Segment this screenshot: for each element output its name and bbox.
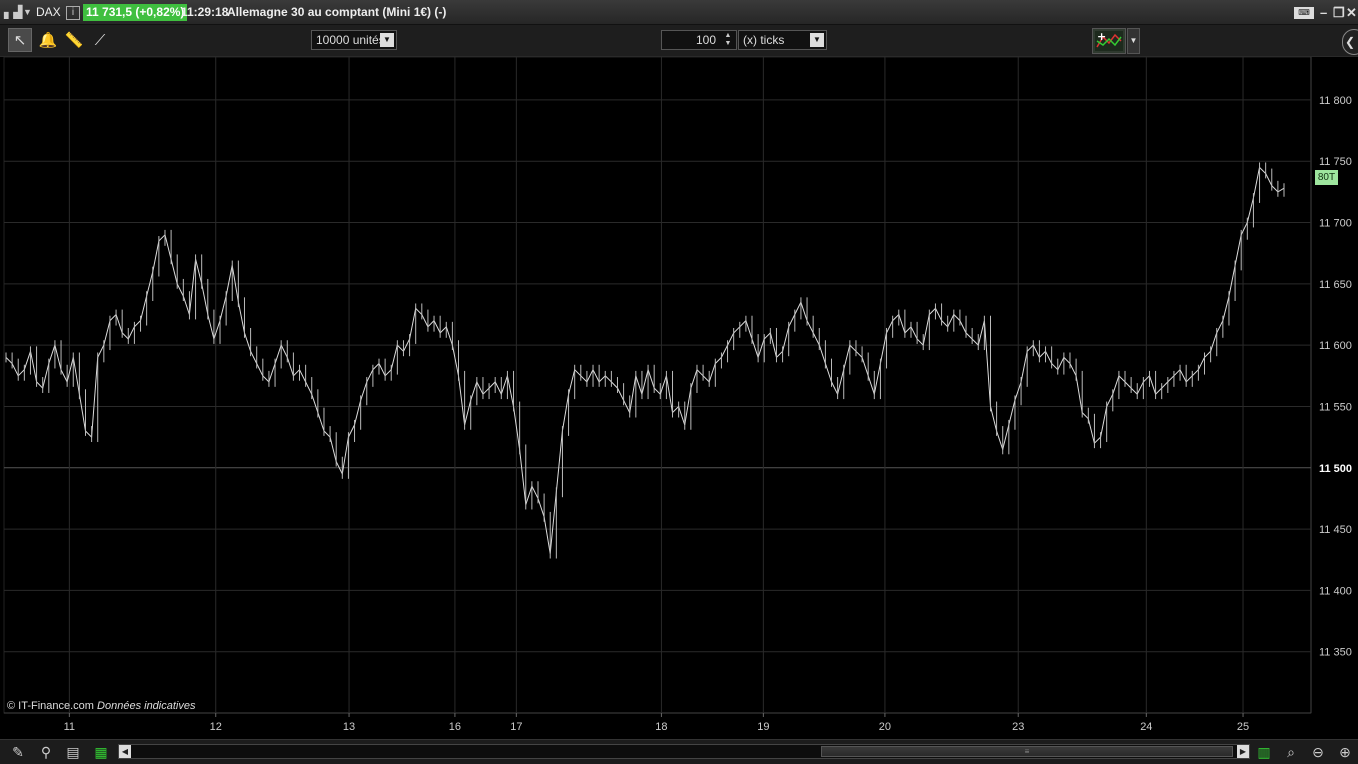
zoom-in-icon[interactable]: ⊕ — [1335, 742, 1355, 762]
y-tick-label: 11 750 — [1319, 156, 1352, 168]
draw-tools-icon[interactable]: ✎ — [8, 742, 28, 762]
quantity-value: 10000 unités — [316, 33, 385, 47]
x-tick-label: 16 — [449, 721, 461, 733]
quantity-select[interactable]: 10000 unités ▼ — [311, 30, 397, 50]
chevron-down-icon[interactable]: ▼ — [1127, 28, 1140, 54]
chart-toolbar: ↖ 🔔 📏 ⟋ 10000 unités ▼ 100 ▲ ▼ (x) ticks … — [0, 25, 1358, 57]
ticks-value: 100 — [695, 33, 716, 47]
keyboard-icon[interactable]: ⌨ — [1294, 7, 1314, 19]
scroll-right-icon[interactable]: ▶ — [1237, 745, 1249, 758]
price-chart[interactable]: 11 800 11 750 11 700 11 650 11 600 11 550 11 5… — [0, 57, 1358, 739]
price-change-badge: 11 731,5 (+0,82%) — [83, 4, 188, 21]
cursor-tool-icon[interactable]: ↖ — [8, 28, 32, 52]
trendline-icon[interactable]: ⟋ — [88, 28, 112, 52]
disclaimer-text: Données indicatives — [97, 700, 196, 712]
y-tick-label: 11 550 — [1319, 401, 1352, 413]
x-tick-label: 25 — [1237, 721, 1249, 733]
window-titlebar: ▖▟ ▼ DAX i 11 731,5 (+0,82%) 11:29:18 Al… — [0, 0, 1358, 25]
y-tick-label: 11 700 — [1319, 218, 1352, 230]
list-icon[interactable]: ▤ — [63, 742, 83, 762]
clock-label: 11:29:18 — [181, 5, 229, 19]
dropdown-arrow-icon[interactable]: ▼ — [23, 0, 32, 25]
ruler-icon[interactable]: 📏 — [62, 28, 86, 52]
chevron-left-icon[interactable]: ❮ — [1342, 29, 1358, 55]
ticks-mode-value: (x) ticks — [743, 33, 785, 47]
y-tick-label: 11 450 — [1319, 524, 1352, 536]
chart-zoom-fit-icon[interactable]: ▥ — [1254, 742, 1274, 762]
x-tick-label: 13 — [343, 721, 355, 733]
scroll-thumb[interactable]: ≡ — [821, 746, 1233, 757]
x-tick-label: 18 — [655, 721, 667, 733]
x-tick-label: 12 — [210, 721, 222, 733]
svg-text:+: + — [1097, 30, 1106, 43]
zoom-area-icon[interactable]: ⌕ — [1281, 742, 1301, 762]
indicator-icon: + — [1095, 30, 1123, 51]
x-tick-label: 11 — [64, 721, 75, 733]
spinner-icon[interactable]: ▲ ▼ — [722, 32, 734, 48]
restore-icon[interactable]: ❐ — [1333, 0, 1345, 25]
order-book-icon[interactable]: ▦ — [91, 742, 111, 762]
last-price-tag: 80T — [1315, 170, 1338, 185]
link-icon[interactable]: ⚲ — [36, 742, 56, 762]
chevron-down-icon: ▼ — [810, 33, 824, 47]
x-tick-label: 24 — [1140, 721, 1152, 733]
add-indicator-button[interactable]: + — [1092, 28, 1126, 54]
ticks-input[interactable]: 100 ▲ ▼ — [661, 30, 737, 50]
x-tick-label: 17 — [510, 721, 522, 733]
info-icon[interactable]: i — [66, 6, 80, 20]
x-tick-label: 23 — [1012, 721, 1024, 733]
copyright-text: © IT-Finance.com — [7, 700, 94, 712]
close-icon[interactable]: ✕ — [1346, 0, 1357, 25]
x-tick-label: 19 — [757, 721, 769, 733]
y-tick-label: 11 500 — [1319, 463, 1352, 475]
copyright-note: © IT-Finance.com Données indicatives — [7, 700, 195, 712]
chevron-down-icon: ▼ — [380, 33, 394, 47]
x-axis-labels: 11 12 13 16 17 18 19 20 23 24 25 — [64, 721, 1250, 733]
x-tick-label: 20 — [879, 721, 891, 733]
y-tick-label: 11 650 — [1319, 279, 1352, 291]
y-tick-label: 11 400 — [1319, 585, 1352, 597]
y-tick-label: 11 800 — [1319, 95, 1352, 107]
bottom-toolbar: ✎ ⚲ ▤ ▦ ◀ ≡ ▶ ▥ ⌕ ⊖ ⊕ — [0, 739, 1358, 764]
horizontal-scrollbar[interactable]: ◀ ≡ ▶ — [118, 744, 1250, 759]
alert-bell-icon[interactable]: 🔔 — [36, 28, 60, 52]
minimize-icon[interactable]: – — [1320, 0, 1327, 25]
symbol-label[interactable]: DAX — [36, 0, 61, 25]
scroll-left-icon[interactable]: ◀ — [119, 745, 131, 758]
y-tick-label: 11 600 — [1319, 340, 1352, 352]
zoom-out-icon[interactable]: ⊖ — [1308, 742, 1328, 762]
y-tick-label: 11 350 — [1319, 647, 1352, 659]
plot-area — [3, 57, 1312, 714]
product-name: Allemagne 30 au comptant (Mini 1€) (-) — [227, 5, 447, 19]
chart-type-icon[interactable]: ▖▟ — [4, 0, 22, 25]
ticks-mode-select[interactable]: (x) ticks ▼ — [738, 30, 827, 50]
